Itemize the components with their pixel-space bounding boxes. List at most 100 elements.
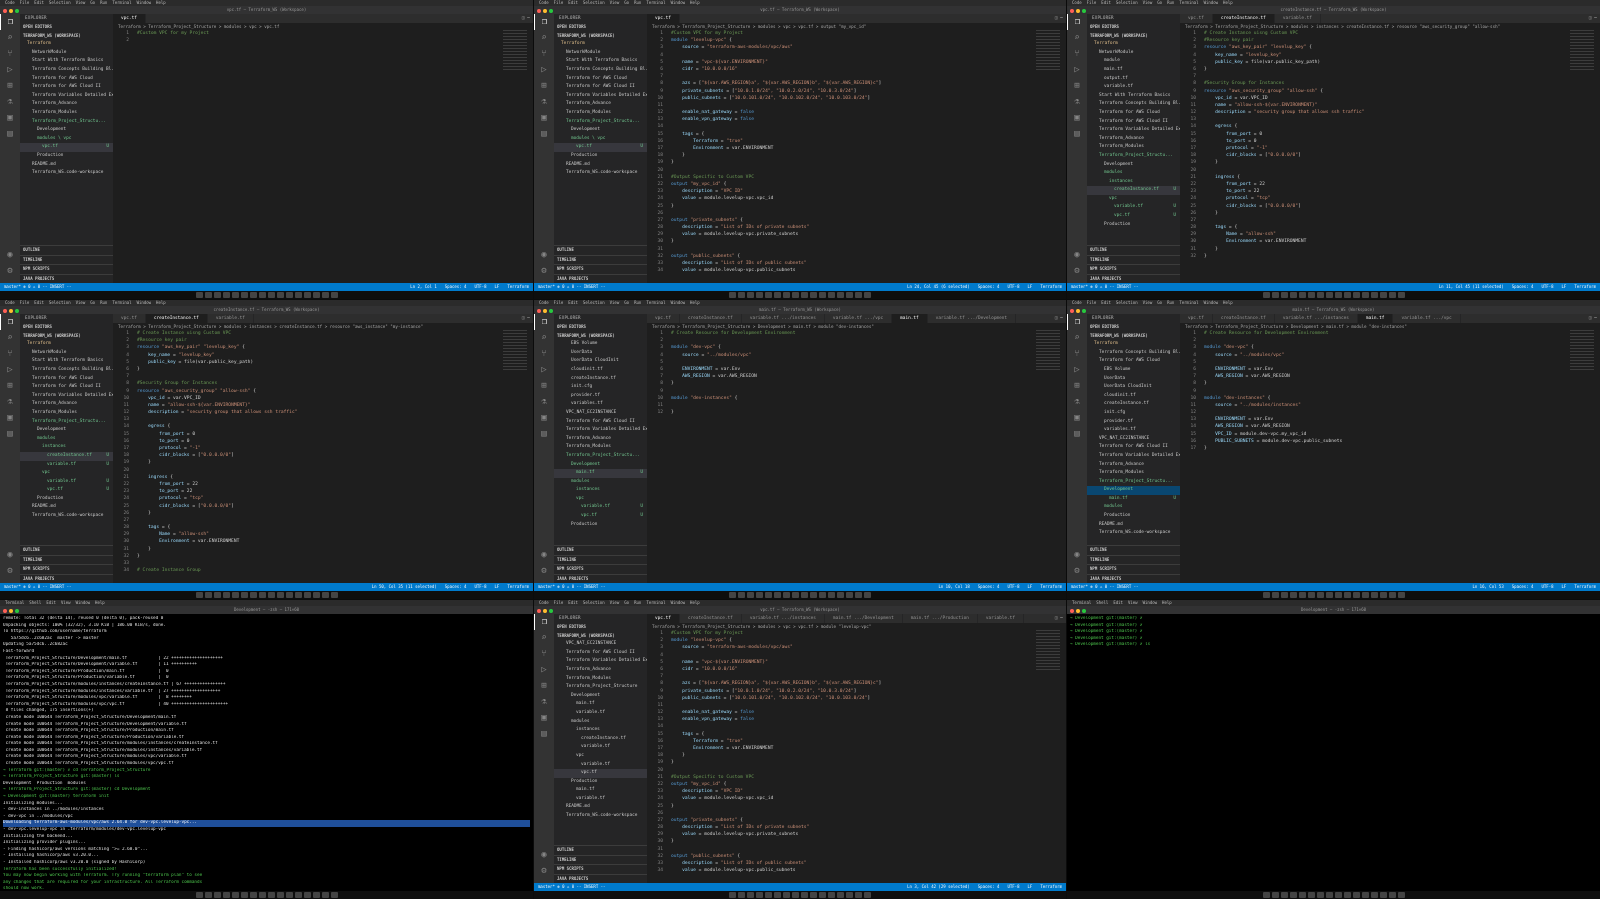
tree-item[interactable]: Terraform [20,340,113,349]
tree-item[interactable]: Terraform for AWS Cloud [20,375,113,384]
menu-item-view[interactable]: View [61,600,71,605]
docker-icon[interactable]: ▣ [1067,110,1087,126]
remote-icon[interactable]: ▤ [0,126,20,142]
tree-item[interactable]: modules \ vpc [20,135,113,144]
tree-item[interactable]: VPC_NAT_EC2INSTANCE [1087,435,1180,444]
menu-item-file[interactable]: File [20,300,30,305]
editor-tab[interactable]: vpc.tf [1180,14,1213,23]
search-icon[interactable]: ⌕ [0,330,20,346]
tree-item[interactable]: vpc [554,495,647,504]
menu-item-selection[interactable]: Selection [1116,300,1138,305]
java-section[interactable]: JAVA PROJECTS [20,273,113,284]
dock-app-icon[interactable] [1289,292,1297,298]
tree-item[interactable]: Terraform_Modules [554,109,647,118]
status-spaces[interactable]: Spaces: 4 [1512,584,1534,589]
status-spaces[interactable]: Spaces: 4 [445,284,467,289]
menu-item-window[interactable]: Window [76,600,90,605]
timeline-section[interactable]: TIMELINE [554,254,647,265]
account-icon[interactable]: ◉ [534,547,554,563]
dock-app-icon[interactable] [1280,292,1288,298]
git-branch[interactable]: master* [538,584,555,589]
manage-gear-icon[interactable]: ⚙ [534,863,554,879]
tree-item[interactable]: vpc.tf [554,769,647,778]
menu-item-window[interactable]: Window [671,300,685,305]
dock-app-icon[interactable] [240,292,248,298]
source-control-icon[interactable]: ⑂ [534,346,554,362]
terminal-output[interactable]: → Development git:(master) ✗ → Developme… [1067,614,1600,891]
menu-item-file[interactable]: File [554,600,564,605]
status-language[interactable]: Terraform [1574,584,1596,589]
dock-app-icon[interactable] [765,892,772,898]
close-window-button[interactable] [3,309,7,313]
menu-item-run[interactable]: Run [634,300,641,305]
menu-item-view[interactable]: View [1143,0,1153,5]
dock-app-icon[interactable] [828,292,835,298]
dock-app-icon[interactable] [774,592,781,598]
remote-icon[interactable]: ▤ [534,726,554,742]
tree-item[interactable]: main.tf [554,700,647,709]
tree-item[interactable]: Terraform for AWS Cloud II [554,649,647,658]
dock-app-icon[interactable] [330,292,338,298]
cursor-position[interactable]: Ln 50, Col 35 (11 selected) [372,584,437,589]
dock-app-icon[interactable] [330,592,338,598]
tree-item[interactable]: vpc [1087,195,1180,204]
run-debug-icon[interactable]: ▷ [1067,62,1087,78]
tree-item[interactable]: Terraform Concepts Building Bl... [20,366,113,375]
dock-app-icon[interactable] [1379,892,1387,898]
dock-app-icon[interactable] [276,292,284,298]
extensions-icon[interactable]: ⊞ [0,378,20,394]
menu-item-edit[interactable]: Edit [34,0,44,5]
remote-icon[interactable]: ▤ [1067,126,1087,142]
menu-item-window[interactable]: Window [671,0,685,5]
code-editor[interactable]: 1 # Create Resource for Development Envir… [1180,330,1600,583]
dock-app-icon[interactable] [1298,592,1306,598]
dock-app-icon[interactable] [1325,892,1333,898]
source-control-icon[interactable]: ⑂ [1067,46,1087,62]
dock-app-icon[interactable] [837,592,844,598]
dock-app-icon[interactable] [1370,892,1378,898]
tree-item[interactable]: Terraform_Advance [1087,461,1180,470]
menu-item-view[interactable]: View [610,0,620,5]
cursor-position[interactable]: Ln 24, Col 45 (6 selected) [907,284,970,289]
editor-tab[interactable]: vpc.tf [647,614,680,623]
tree-item[interactable]: Terraform for AWS Cloud [1087,357,1180,366]
tree-item[interactable]: Terraform_Advance [20,100,113,109]
tree-item[interactable]: createInstance.tf [1087,400,1180,409]
dock-app-icon[interactable] [747,892,754,898]
tree-item[interactable]: variable.tf U [20,478,113,487]
tree-item[interactable]: Terraform Variables Detailed Ex... [554,657,647,666]
tree-item[interactable]: Terraform [1087,40,1180,49]
tree-item[interactable]: modules [554,478,647,487]
menu-item-code[interactable]: Code [1072,0,1082,5]
zoom-window-button[interactable] [15,609,19,613]
menu-item-terminal[interactable]: Terminal [5,600,24,605]
menu-item-help[interactable]: Help [156,300,166,305]
dock-app-icon[interactable] [285,892,293,898]
search-icon[interactable]: ⌕ [534,30,554,46]
tree-item[interactable]: Terraform for AWS Cloud [554,75,647,84]
tree-item[interactable]: variable.tf [1087,83,1180,92]
dock-app-icon[interactable] [276,592,284,598]
status-encoding[interactable]: UTF-8 [474,284,486,289]
tree-item[interactable]: EBS Volume [554,340,647,349]
dock-app-icon[interactable] [276,892,284,898]
menu-item-view[interactable]: View [1128,600,1138,605]
dock-app-icon[interactable] [729,292,736,298]
remote-icon[interactable]: ▤ [534,126,554,142]
breadcrumb[interactable]: Terraform > Terraform_Project_Structure … [113,23,533,30]
tree-item[interactable]: Terraform_Project_Structu... [554,452,647,461]
breadcrumb[interactable]: Terraform > Terraform_Project_Structure … [647,23,1066,30]
dock-app-icon[interactable] [240,592,248,598]
tree-item[interactable]: UserData [1087,375,1180,384]
menu-item-file[interactable]: File [1087,0,1097,5]
tree-item[interactable]: UserData CloudInit [1087,383,1180,392]
zoom-window-button[interactable] [549,609,553,613]
tree-item[interactable]: modules [20,435,113,444]
dock-app-icon[interactable] [810,292,817,298]
test-icon[interactable]: ⚗ [0,394,20,410]
menu-item-shell[interactable]: Shell [1096,600,1108,605]
tree-item[interactable]: vpc.tf U [20,143,113,152]
menu-item-run[interactable]: Run [100,0,107,5]
tree-item[interactable]: Terraform for AWS Cloud II [1087,118,1180,127]
close-window-button[interactable] [537,309,541,313]
